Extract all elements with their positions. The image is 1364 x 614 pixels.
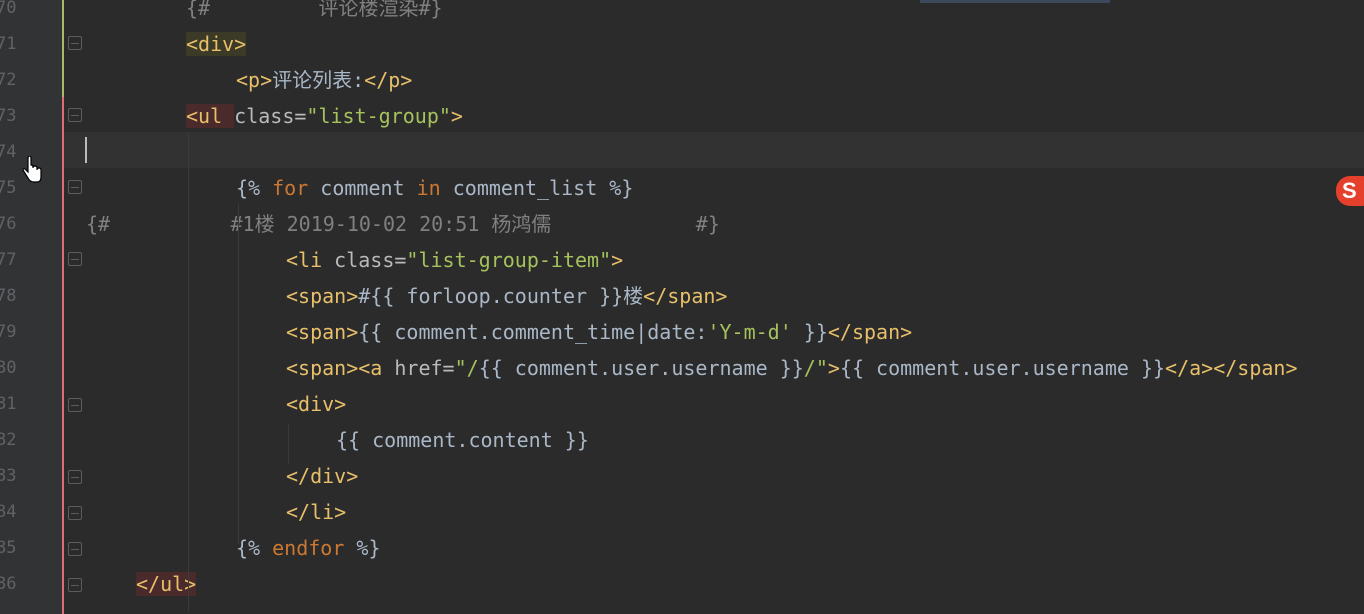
code-token: {{ comment.comment_time|date: <box>358 320 708 344</box>
code-line[interactable]: <span>#{{ forloop.counter }}楼</span> <box>286 278 727 314</box>
line-number: 71 <box>0 34 17 54</box>
text-caret <box>85 137 87 163</box>
code-token: <li <box>286 248 335 272</box>
line-number: 85 <box>0 538 17 558</box>
fold-marker[interactable] <box>68 506 82 520</box>
code-line[interactable]: <span>{{ comment.comment_time|date:'Y-m-… <box>286 314 912 350</box>
line-number: 81 <box>0 394 17 414</box>
code-line[interactable]: {# #1楼 2019-10-02 20:51 杨鸿儒 #} <box>86 206 720 242</box>
code-token: > <box>827 356 840 380</box>
code-line[interactable]: {% for comment in comment_list %} <box>236 170 633 206</box>
code-token: {% <box>236 176 273 200</box>
indent-guide <box>288 424 289 464</box>
code-token: 'Y-m-d' <box>707 320 792 344</box>
code-line[interactable]: <span><a href="/{{ comment.user.username… <box>286 350 1298 386</box>
code-line[interactable]: <div> <box>286 386 346 422</box>
code-token: %} <box>344 536 381 560</box>
code-token: href= <box>394 356 455 380</box>
fold-marker[interactable] <box>68 108 82 122</box>
fold-marker[interactable] <box>68 398 82 412</box>
code-token: "/ <box>454 356 479 380</box>
line-number: 82 <box>0 430 17 450</box>
code-token: comment_list %} <box>440 176 634 200</box>
line-number: 79 <box>0 322 17 342</box>
scroll-tab-indicator <box>920 0 1110 3</box>
code-line[interactable]: <ul class="list-group"> <box>186 98 463 134</box>
code-token: {{ comment.user.username }} <box>839 356 1166 380</box>
code-token: for <box>272 176 309 200</box>
code-token: <a <box>358 356 395 380</box>
code-token: </a></span> <box>1165 356 1298 380</box>
code-token: {# #1楼 2019-10-02 20:51 杨鸿儒 #} <box>86 212 720 236</box>
sogou-ime-icon[interactable]: S <box>1336 176 1364 206</box>
code-token: > <box>611 248 624 272</box>
code-token: <span> <box>286 284 359 308</box>
code-line[interactable]: {% endfor %} <box>236 530 381 566</box>
code-line[interactable]: {# 评论楼渲染#} <box>186 0 443 26</box>
fold-marker[interactable] <box>68 578 82 592</box>
code-token: </span> <box>643 284 728 308</box>
line-number: 84 <box>0 502 17 522</box>
line-number: 73 <box>0 106 17 126</box>
line-number: 86 <box>0 574 17 594</box>
indent-guide <box>238 204 239 544</box>
code-token: <span> <box>286 320 359 344</box>
line-number: 83 <box>0 466 17 486</box>
code-token: }} <box>791 320 828 344</box>
code-token: {% <box>236 536 273 560</box>
current-line-highlight <box>64 132 1364 168</box>
fold-marker[interactable] <box>68 180 82 194</box>
fold-marker[interactable] <box>68 36 82 50</box>
code-line[interactable]: </li> <box>286 494 346 530</box>
code-token: > <box>450 104 463 128</box>
code-token: </li> <box>286 500 347 524</box>
code-token: <div> <box>286 392 347 416</box>
code-line[interactable]: <p>评论列表:</p> <box>236 62 412 98</box>
code-line[interactable]: <li class="list-group-item"> <box>286 242 623 278</box>
code-line[interactable]: {{ comment.content }} <box>336 422 589 458</box>
fold-marker[interactable] <box>68 542 82 556</box>
code-token: <div> <box>186 32 247 56</box>
code-token: endfor <box>272 536 345 560</box>
code-token: <span> <box>286 356 359 380</box>
code-token: </p> <box>364 68 413 92</box>
code-token: comment <box>308 176 417 200</box>
code-token: "list-group-item" <box>406 248 612 272</box>
code-token: {{ comment.content }} <box>336 428 589 452</box>
line-number: 78 <box>0 286 17 306</box>
indent-guide <box>188 132 189 612</box>
code-token: class= <box>334 248 407 272</box>
code-token: {{ comment.user.username }} <box>478 356 804 380</box>
fold-marker[interactable] <box>68 470 82 484</box>
code-line[interactable]: </div> <box>286 458 358 494</box>
hand-pointer-icon <box>22 156 42 183</box>
code-token: "list-group" <box>306 104 451 128</box>
change-marker-bar-modified <box>62 0 64 97</box>
line-number: 76 <box>0 214 17 234</box>
code-token: {# 评论楼渲染#} <box>186 0 443 20</box>
code-token: #{{ forloop.counter }}楼 <box>358 284 644 308</box>
code-token: 评论列表: <box>272 68 365 92</box>
code-token: /" <box>803 356 828 380</box>
fold-marker[interactable] <box>68 252 82 266</box>
code-token: </div> <box>286 464 359 488</box>
code-token: class= <box>234 104 307 128</box>
code-token: <p> <box>236 68 273 92</box>
line-number: 77 <box>0 250 17 270</box>
line-number: 70 <box>0 0 17 18</box>
code-token: <ul <box>186 104 235 128</box>
line-number: 80 <box>0 358 17 378</box>
code-line[interactable]: <div> <box>186 26 247 62</box>
line-number: 72 <box>0 70 17 90</box>
code-token: in <box>416 176 441 200</box>
code-token: </span> <box>827 320 913 344</box>
